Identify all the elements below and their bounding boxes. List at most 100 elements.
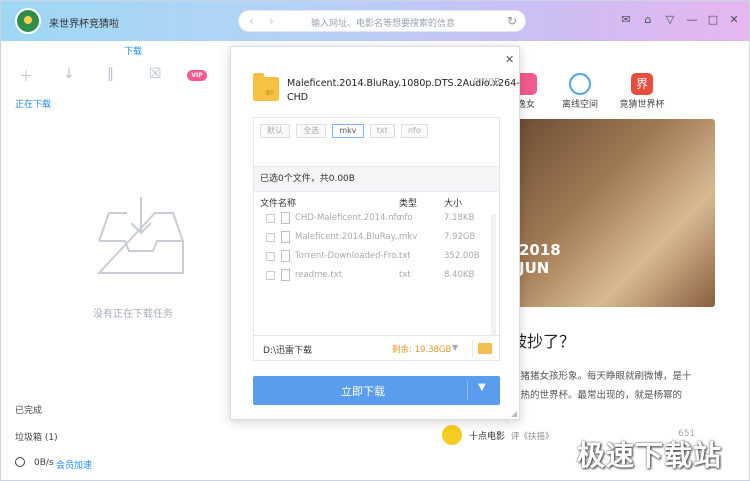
browse-folder-button[interactable]: [472, 340, 494, 357]
file-name: readme.txt: [295, 270, 343, 280]
tab-download[interactable]: 下载: [124, 44, 142, 57]
desc-line-1: 的猪猪女孩形象。每天睁眼就刷微博，是十: [511, 371, 692, 382]
close-window-icon[interactable]: ✕: [727, 13, 741, 26]
file-size: 352.00B: [444, 251, 480, 261]
chevron-down-icon[interactable]: ▼: [478, 382, 486, 393]
forward-icon[interactable]: ›: [269, 14, 274, 28]
search-input[interactable]: 输入网址、电影名等想要搜索的信息: [311, 16, 491, 29]
torrent-name: Maleficent.2014.BluRay.1080p.DTS.2Audio.…: [287, 78, 520, 103]
folder-icon: [478, 343, 492, 354]
chevron-down-icon[interactable]: ▼: [452, 343, 458, 352]
download-now-button[interactable]: 立即下载 ▼: [253, 376, 500, 405]
speed-icon: [15, 457, 25, 467]
filter-select-all[interactable]: 全选: [296, 124, 327, 138]
channel-worldcup[interactable]: 界 竞猜世界杯: [619, 73, 665, 110]
back-icon[interactable]: ‹: [249, 14, 254, 28]
channel-3-label: 竞猜世界杯: [619, 100, 665, 110]
file-type: txt: [399, 270, 411, 280]
file-row[interactable]: readme.txt txt 8.40KB: [254, 266, 499, 285]
mail-icon[interactable]: ✉: [619, 13, 633, 26]
file-row[interactable]: CHD-Maleficent.2014.nfo nfo 7.18KB: [254, 209, 499, 228]
bt-file-icon: BT: [253, 73, 279, 101]
article-poster-image[interactable]: 2018 JUN: [511, 119, 715, 307]
publisher-avatar[interactable]: [442, 425, 462, 445]
delete-icon[interactable]: ☒: [149, 66, 162, 82]
free-space: 剩余: 19.38GB: [392, 345, 452, 355]
cloud-icon: [569, 73, 591, 95]
close-icon[interactable]: ✕: [505, 53, 514, 66]
file-icon: [281, 212, 290, 224]
address-bar[interactable]: ‹ › 输入网址、电影名等想要搜索的信息 ↻: [238, 10, 526, 32]
article-headline[interactable]: 被抄了？: [511, 328, 575, 352]
resize-grip-icon[interactable]: ◢: [511, 409, 517, 418]
sidebar-item-trash[interactable]: 垃圾箱 (1): [15, 430, 58, 443]
reload-icon[interactable]: ↻: [507, 14, 517, 28]
file-type: txt: [399, 251, 411, 261]
file-icon: [281, 231, 290, 243]
file-icon: [281, 269, 290, 281]
selection-summary: 已选0个文件，共0.00B: [254, 166, 499, 192]
save-path[interactable]: D:\迅雷下载: [263, 343, 312, 356]
file-name: Maleficent.2014.BluRay...: [295, 232, 401, 242]
save-path-field[interactable]: D:\迅雷下载 剩余: 19.38GB ▼: [253, 335, 500, 361]
file-checkbox[interactable]: [266, 214, 275, 223]
watermark: 极速下载站: [577, 439, 723, 472]
app-logo-icon: [15, 8, 41, 34]
shirt-icon[interactable]: ⌂: [641, 13, 655, 26]
filter-txt[interactable]: txt: [369, 124, 395, 138]
channel-offline-space[interactable]: 离线空间: [557, 73, 603, 110]
publisher-name[interactable]: 十点电影: [469, 429, 505, 442]
file-list-scrollbar[interactable]: [491, 214, 496, 342]
app-window: 来世界杯竞猜啦 ‹ › 输入网址、电影名等想要搜索的信息 ↻ ✉ ⌂ ▽ — □…: [0, 0, 750, 481]
minimize-icon[interactable]: —: [685, 13, 699, 26]
file-checkbox[interactable]: [266, 271, 275, 280]
sidebar-item-completed[interactable]: 已完成: [15, 403, 42, 416]
filter-mkv[interactable]: mkv: [332, 124, 364, 138]
file-type: nfo: [399, 213, 413, 223]
article-description: 的猪猪女孩形象。每天睁眼就刷微博，是十 火热的世界杯。最常出现的，就是杨幂的: [511, 367, 717, 405]
file-name: CHD-Maleficent.2014.nfo: [295, 213, 401, 223]
empty-state-text: 没有正在下载任务: [93, 309, 173, 320]
worldcup-icon: 界: [631, 73, 653, 95]
new-task-dialog: ✕ BT Maleficent.2014.BluRay.1080p.DTS.2A…: [230, 46, 520, 420]
filter-chips: 默认 全选 mkv txt nfo: [260, 124, 431, 140]
file-size: 7.18KB: [444, 213, 475, 223]
sidebar-item-downloading[interactable]: 正在下载: [15, 97, 51, 110]
filter-nfo[interactable]: nfo: [400, 124, 428, 138]
maximize-icon[interactable]: □: [706, 13, 720, 26]
file-type: mkv: [399, 232, 418, 242]
download-now-label: 立即下载: [341, 385, 385, 398]
poster-month: JUN: [519, 259, 550, 277]
vip-badge[interactable]: VIP: [187, 70, 207, 81]
download-speed: 0B/s: [34, 458, 54, 468]
file-checkbox[interactable]: [266, 252, 275, 261]
app-title[interactable]: 来世界杯竞猜啦: [49, 15, 119, 30]
torrent-size: 0.00B: [473, 77, 501, 88]
add-task-icon[interactable]: ＋: [19, 66, 33, 86]
column-header-name[interactable]: 文件名称: [260, 196, 296, 209]
desc-line-2: 火热的世界杯。最常出现的，就是杨幂的: [511, 390, 683, 401]
column-header-size[interactable]: 大小: [444, 196, 462, 209]
button-divider: [467, 381, 468, 400]
column-header-type[interactable]: 类型: [399, 196, 417, 209]
poster-year: 2018: [519, 241, 561, 259]
file-size: 7.92GB: [444, 232, 476, 242]
article-tag: 评《扶摇》: [511, 432, 554, 442]
title-bar: 来世界杯竞猜啦 ‹ › 输入网址、电影名等想要搜索的信息 ↻ ✉ ⌂ ▽ — □…: [1, 1, 749, 41]
channel-2-label: 离线空间: [561, 100, 598, 110]
file-checkbox[interactable]: [266, 233, 275, 242]
vip-accelerate-link[interactable]: 会员加速: [56, 458, 92, 471]
bt-file-icon-label: BT: [266, 90, 274, 97]
file-icon: [281, 250, 290, 262]
dropdown-icon[interactable]: ▽: [663, 13, 677, 26]
filter-default[interactable]: 默认: [260, 124, 290, 138]
start-icon[interactable]: ↓: [63, 66, 75, 82]
file-size: 8.40KB: [444, 270, 475, 280]
download-sidebar: 下载 ＋ ↓ ‖ ☒ VIP 正在下载 没有正在下载任务 已完成 垃圾箱 (1): [1, 41, 231, 480]
pause-icon[interactable]: ‖: [107, 66, 114, 82]
file-row[interactable]: Maleficent.2014.BluRay... mkv 7.92GB: [254, 228, 499, 247]
file-name: Torrent-Downloaded-Fro...: [295, 251, 401, 261]
file-row[interactable]: Torrent-Downloaded-Fro... txt 352.00B: [254, 247, 499, 266]
file-selection-panel: 默认 全选 mkv txt nfo 已选0个文件，共0.00B 文件名称 类型 …: [253, 117, 500, 346]
empty-download-icon: [97, 197, 184, 274]
